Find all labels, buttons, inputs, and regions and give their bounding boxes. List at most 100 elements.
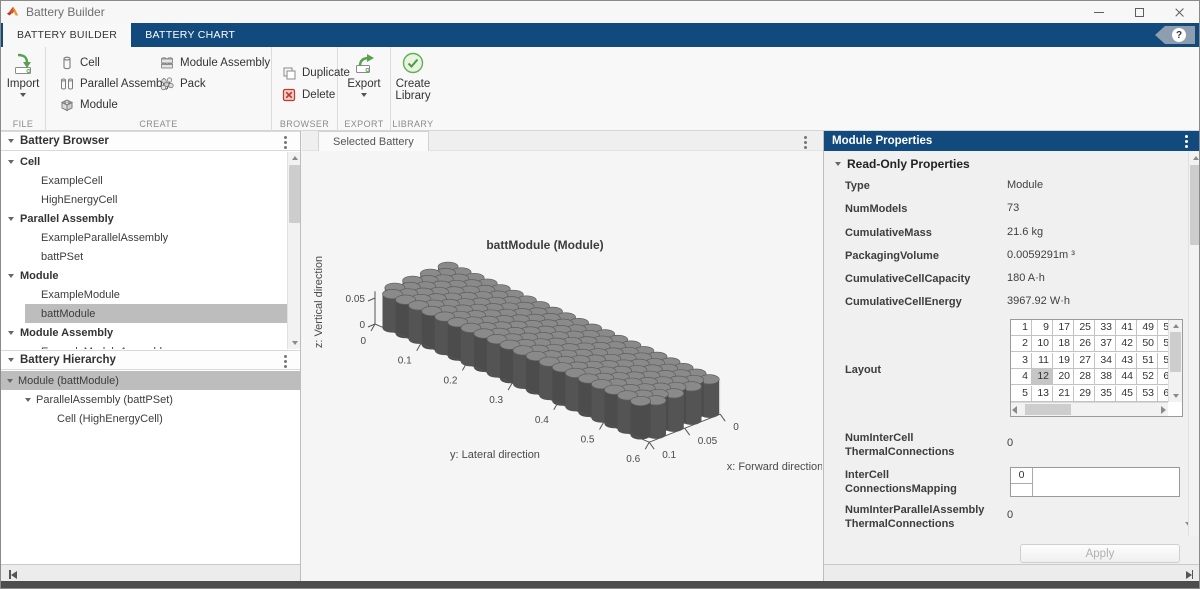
layout-cell[interactable]: 51 — [1137, 353, 1158, 369]
browser-item-Parallel Assembly[interactable]: Parallel Assembly — [1, 209, 300, 228]
scroll-thumb[interactable] — [1170, 332, 1181, 372]
layout-cell[interactable]: 13 — [1032, 386, 1053, 402]
expand-arrow-icon[interactable] — [8, 274, 14, 278]
layout-cell[interactable]: 38 — [1095, 369, 1116, 385]
layout-cell[interactable]: 11 — [1032, 353, 1053, 369]
browser-scrollbar[interactable] — [287, 152, 300, 349]
properties-menu-icon[interactable] — [1185, 140, 1188, 143]
layout-cell[interactable]: 25 — [1074, 320, 1095, 336]
create-parallel-assembly-button[interactable]: Parallel Assembly — [59, 76, 171, 92]
browser-item-battModule[interactable]: battModule — [1, 304, 300, 323]
layout-cell[interactable]: 17 — [1053, 320, 1074, 336]
module-properties-header[interactable]: Module Properties — [824, 131, 1200, 151]
hierarchy-item-Cell-HighEnergyCell-[interactable]: Cell (HighEnergyCell) — [1, 409, 300, 428]
layout-cell[interactable]: 1 — [1011, 320, 1032, 336]
canvas-menu-icon[interactable] — [804, 141, 807, 144]
layout-cell[interactable]: 33 — [1095, 320, 1116, 336]
apply-button[interactable]: Apply — [1020, 544, 1180, 563]
layout-cell[interactable]: 42 — [1116, 336, 1137, 352]
hierarchy-item-ParallelAssembly-battPSet-[interactable]: ParallelAssembly (battPSet) — [1, 390, 300, 409]
scroll-thumb[interactable] — [289, 165, 300, 223]
layout-cell[interactable]: 19 — [1053, 353, 1074, 369]
scroll-thumb[interactable] — [1025, 404, 1071, 415]
layout-table[interactable]: 1917253341495721018263742505831119273443… — [1010, 319, 1183, 417]
layout-cell[interactable]: 2 — [1011, 336, 1032, 352]
browser-item-HighEnergyCell[interactable]: HighEnergyCell — [1, 190, 300, 209]
layout-cell[interactable]: 29 — [1074, 386, 1095, 402]
close-button[interactable] — [1159, 1, 1199, 23]
minimize-button[interactable] — [1079, 1, 1119, 23]
mapping-cell-empty[interactable] — [1011, 484, 1033, 496]
layout-cell[interactable]: 52 — [1137, 369, 1158, 385]
browser-item-Module Assembly[interactable]: Module Assembly — [1, 323, 300, 342]
browser-item-ExampleModule[interactable]: ExampleModule — [1, 285, 300, 304]
layout-cell[interactable]: 44 — [1116, 369, 1137, 385]
layout-cell[interactable]: 4 — [1011, 369, 1032, 385]
layout-cell[interactable]: 18 — [1053, 336, 1074, 352]
browser-item-ExampleCell[interactable]: ExampleCell — [1, 171, 300, 190]
tab-battery-chart[interactable]: BATTERY CHART — [131, 23, 249, 47]
scroll-right-icon[interactable] — [1161, 406, 1166, 414]
expand-arrow-icon[interactable] — [8, 217, 14, 221]
export-button[interactable]: Export — [338, 52, 390, 97]
expand-arrow-icon[interactable] — [7, 379, 13, 383]
scroll-up-icon[interactable] — [1189, 152, 1200, 164]
layout-cell[interactable]: 27 — [1074, 353, 1095, 369]
layout-cell[interactable]: 49 — [1137, 320, 1158, 336]
layout-cell[interactable]: 9 — [1032, 320, 1053, 336]
layout-cell[interactable]: 20 — [1053, 369, 1074, 385]
delete-button[interactable]: Delete — [281, 87, 335, 103]
hierarchy-menu-icon[interactable] — [284, 360, 287, 363]
scroll-thumb[interactable] — [1190, 165, 1200, 245]
create-module-assembly-button[interactable]: Module Assembly — [159, 55, 270, 71]
layout-cell[interactable]: 43 — [1116, 353, 1137, 369]
battery-3d-plot[interactable]: 00.10.20.30.40.50.600.050.100.05battModu… — [302, 152, 822, 565]
tab-selected-battery[interactable]: Selected Battery — [318, 131, 429, 151]
battery-browser-header[interactable]: Battery Browser — [1, 131, 300, 151]
properties-scrollbar[interactable] — [1188, 152, 1200, 536]
layout-cell[interactable]: 28 — [1074, 369, 1095, 385]
browser-menu-icon[interactable] — [284, 141, 287, 144]
scroll-up-icon[interactable] — [1169, 320, 1183, 332]
browser-item-ExampleModuleAssembly[interactable]: ExampleModuleAssembly — [1, 342, 300, 349]
layout-table-vscroll[interactable] — [1168, 320, 1182, 402]
readonly-properties-section[interactable]: Read-Only Properties — [828, 157, 970, 171]
browser-item-ExampleParallelAssembly[interactable]: ExampleParallelAssembly — [1, 228, 300, 247]
layout-cell[interactable]: 26 — [1074, 336, 1095, 352]
layout-cell[interactable]: 21 — [1053, 386, 1074, 402]
layout-cell[interactable]: 5 — [1011, 386, 1032, 402]
create-library-button[interactable]: Create Library — [391, 52, 435, 102]
scroll-left-icon[interactable] — [1012, 406, 1017, 414]
layout-cell[interactable]: 12 — [1032, 369, 1053, 385]
layout-cell[interactable]: 45 — [1116, 386, 1137, 402]
expand-arrow-icon[interactable] — [25, 398, 31, 402]
intercell-mapping-field[interactable]: 0 — [1010, 467, 1180, 497]
hierarchy-item-Module-battModule-[interactable]: Module (battModule) — [1, 371, 300, 390]
battery-hierarchy-header[interactable]: Battery Hierarchy — [1, 350, 300, 370]
layout-table-hscroll[interactable] — [1011, 402, 1168, 416]
expand-arrow-icon[interactable] — [8, 160, 14, 164]
import-button[interactable]: Import — [1, 52, 45, 97]
create-pack-button[interactable]: Pack — [159, 76, 206, 92]
create-module-button[interactable]: Module — [59, 97, 118, 113]
mapping-cell-value[interactable]: 0 — [1011, 468, 1033, 484]
layout-cell[interactable]: 37 — [1095, 336, 1116, 352]
scroll-up-icon[interactable] — [288, 152, 301, 164]
browser-item-Cell[interactable]: Cell — [1, 152, 300, 171]
scroll-down-icon[interactable] — [1169, 390, 1183, 402]
layout-cell[interactable]: 35 — [1095, 386, 1116, 402]
expand-arrow-icon[interactable] — [8, 331, 14, 335]
layout-cell[interactable]: 50 — [1137, 336, 1158, 352]
layout-cell[interactable]: 53 — [1137, 386, 1158, 402]
help-button[interactable]: ? — [1155, 26, 1195, 44]
layout-cell[interactable]: 41 — [1116, 320, 1137, 336]
layout-cell[interactable]: 34 — [1095, 353, 1116, 369]
layout-cell[interactable]: 3 — [1011, 353, 1032, 369]
tab-battery-builder[interactable]: BATTERY BUILDER — [3, 23, 131, 47]
maximize-button[interactable] — [1119, 1, 1159, 23]
create-cell-button[interactable]: Cell — [59, 55, 100, 71]
browser-item-battPSet[interactable]: battPSet — [1, 247, 300, 266]
scroll-down-icon[interactable] — [288, 337, 301, 349]
layout-cell[interactable]: 10 — [1032, 336, 1053, 352]
browser-item-Module[interactable]: Module — [1, 266, 300, 285]
